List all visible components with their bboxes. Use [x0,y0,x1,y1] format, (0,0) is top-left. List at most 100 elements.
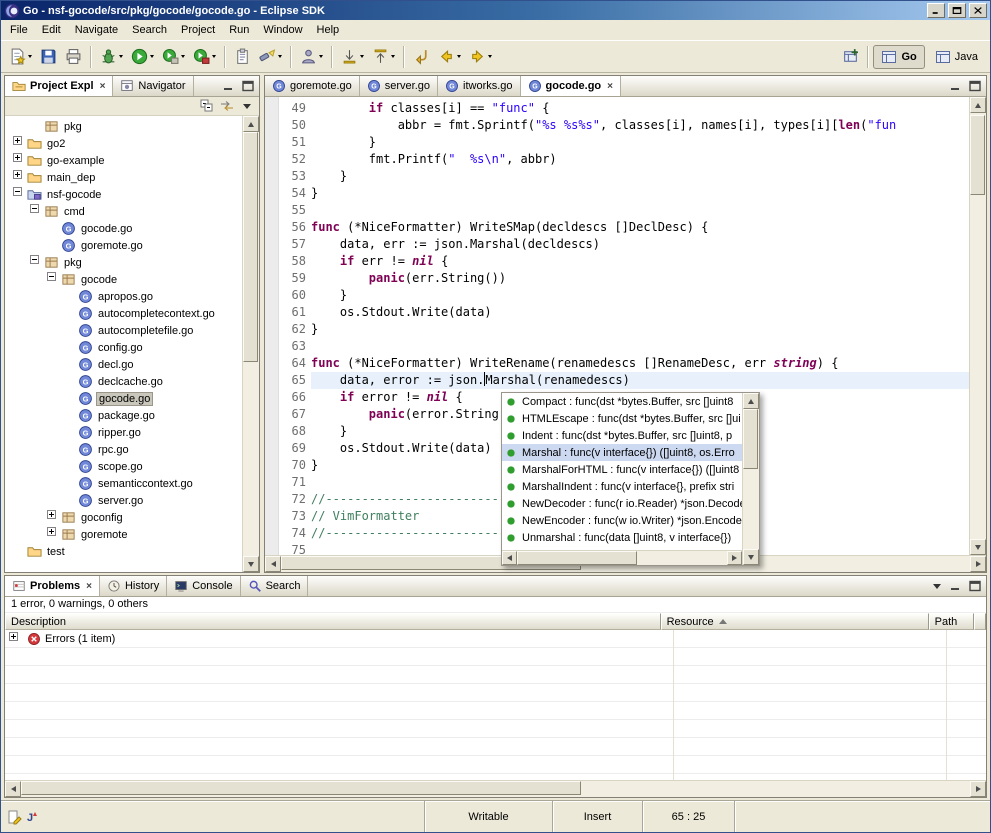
code-line-56[interactable]: func (*NiceFormatter) WriteSMap(decldesc… [311,219,969,236]
problems-horizontal-scrollbar[interactable] [5,780,986,797]
column-header-path[interactable]: Path [929,613,974,630]
scroll-down-button[interactable] [970,539,986,555]
completion-item[interactable]: MarshalForHTML : func(v interface{}) ([]… [502,461,742,478]
maximize-view-button[interactable] [239,78,257,95]
next-annotation-button[interactable] [337,45,368,69]
maximize-view-button[interactable] [966,78,984,95]
prev-annotation-button[interactable] [368,45,399,69]
link-with-editor-button[interactable] [218,98,236,115]
scroll-down-button[interactable] [743,549,759,565]
line-number[interactable]: 63 [279,338,306,355]
new-button[interactable] [5,45,36,69]
dropdown-arrow-icon[interactable] [319,55,323,58]
scroll-up-button[interactable] [243,116,259,132]
view-menu-button[interactable] [928,578,946,595]
line-number[interactable]: 65 [279,372,306,389]
scrollbar-thumb[interactable] [970,115,985,195]
completion-item[interactable]: Marshal : func(v interface{}) ([]uint8, … [502,444,742,461]
completion-item[interactable]: Indent : func(dst *bytes.Buffer, src []u… [502,427,742,444]
dropdown-arrow-icon[interactable] [488,55,492,58]
tree-item-decl-go[interactable]: Gdecl.go [5,356,242,373]
editor-tab-goremote-go[interactable]: Ggoremote.go [265,76,360,96]
tree-item-go2[interactable]: go2 [5,135,242,152]
line-number[interactable]: 67 [279,406,306,423]
run-button[interactable] [127,45,158,69]
dropdown-arrow-icon[interactable] [212,55,216,58]
view-tab-console[interactable]: Console [167,576,240,596]
view-tab-problems[interactable]: Problems× [5,576,100,596]
scroll-left-button[interactable] [265,556,281,572]
tree-item-rpc-go[interactable]: Grpc.go [5,441,242,458]
completion-item[interactable]: HTMLEscape : func(dst *bytes.Buffer, src… [502,410,742,427]
scrollbar-track[interactable] [243,132,259,556]
tree-item-test[interactable]: test [5,543,242,560]
line-number[interactable]: 64 [279,355,306,372]
line-number[interactable]: 62 [279,321,306,338]
line-number[interactable]: 59 [279,270,306,287]
scroll-right-button[interactable] [727,551,742,565]
dropdown-arrow-icon[interactable] [28,55,32,58]
tree-item-config-go[interactable]: Gconfig.go [5,339,242,356]
menu-search[interactable]: Search [125,22,174,38]
tree-item-scope-go[interactable]: Gscope.go [5,458,242,475]
view-tab-history[interactable]: History [100,576,167,596]
scroll-left-button[interactable] [502,551,517,565]
tree-item-go-example[interactable]: go-example [5,152,242,169]
minimize-window-button[interactable] [927,3,945,18]
explorer-vertical-scrollbar[interactable] [242,116,259,572]
code-line-50[interactable]: abbr = fmt.Sprintf("%s %s%s", classes[i]… [311,117,969,134]
line-number[interactable]: 73 [279,508,306,525]
code-line-57[interactable]: data, err := json.Marshal(decldescs) [311,236,969,253]
tree-item-goconfig[interactable]: goconfig [5,509,242,526]
line-number[interactable]: 70 [279,457,306,474]
tree-item-pkg[interactable]: pkg [5,254,242,271]
code-line-49[interactable]: if classes[i] == "func" { [311,100,969,117]
menu-window[interactable]: Window [256,22,309,38]
tree-item-autocompletecontext-go[interactable]: Gautocompletecontext.go [5,305,242,322]
code-line-54[interactable]: } [311,185,969,202]
code-line-59[interactable]: panic(err.String()) [311,270,969,287]
line-number[interactable]: 61 [279,304,306,321]
menu-navigate[interactable]: Navigate [68,22,125,38]
scroll-right-button[interactable] [970,556,986,572]
tree-item-apropos-go[interactable]: Gapropos.go [5,288,242,305]
team-button[interactable] [296,45,327,69]
tree-item-main-dep[interactable]: main_dep [5,169,242,186]
column-header-description[interactable]: Description [5,613,661,630]
completion-item[interactable]: Unmarshal : func(data []uint8, v interfa… [502,529,742,546]
title-bar[interactable]: Go - nsf-gocode/src/pkg/gocode/gocode.go… [1,1,990,20]
line-number[interactable]: 60 [279,287,306,304]
tree-item-nsf-gocode[interactable]: nsf-gocode [5,186,242,203]
tree-item-goremote-go[interactable]: Ggoremote.go [5,237,242,254]
problem-row[interactable]: Errors (1 item) [5,630,986,648]
line-number[interactable]: 53 [279,168,306,185]
tree-item-declcache-go[interactable]: Gdeclcache.go [5,373,242,390]
line-number[interactable]: 56 [279,219,306,236]
tree-item-gocode-go[interactable]: Ggocode.go [5,220,242,237]
tree-item-pkg[interactable]: pkg [5,118,242,135]
collapse-all-button[interactable] [198,98,216,115]
perspective-java-button[interactable]: Java [927,45,986,69]
popup-vertical-scrollbar[interactable] [742,393,759,565]
tree-item-package-go[interactable]: Gpackage.go [5,407,242,424]
line-number-ruler[interactable]: 4950515253545556575859606162636465666768… [279,97,311,555]
tree-item-gocode[interactable]: gocode [5,271,242,288]
scrollbar-track[interactable] [743,409,759,549]
dropdown-arrow-icon[interactable] [360,55,364,58]
line-number[interactable]: 72 [279,491,306,508]
line-number[interactable]: 55 [279,202,306,219]
line-number[interactable]: 68 [279,423,306,440]
editor-tab-itworks-go[interactable]: Gitworks.go [438,76,521,96]
menu-edit[interactable]: Edit [35,22,68,38]
scroll-up-button[interactable] [970,97,986,113]
scrollbar-track[interactable] [970,113,986,539]
scrollbar-thumb[interactable] [21,781,581,795]
close-window-button[interactable] [969,3,987,18]
scroll-left-button[interactable] [5,781,21,797]
tree-item-goremote[interactable]: goremote [5,526,242,543]
code-line-52[interactable]: fmt.Printf(" %s\n", abbr) [311,151,969,168]
close-tab-icon[interactable]: × [100,81,106,92]
line-number[interactable]: 66 [279,389,306,406]
code-line-53[interactable]: } [311,168,969,185]
external-tools-button[interactable] [189,45,220,69]
